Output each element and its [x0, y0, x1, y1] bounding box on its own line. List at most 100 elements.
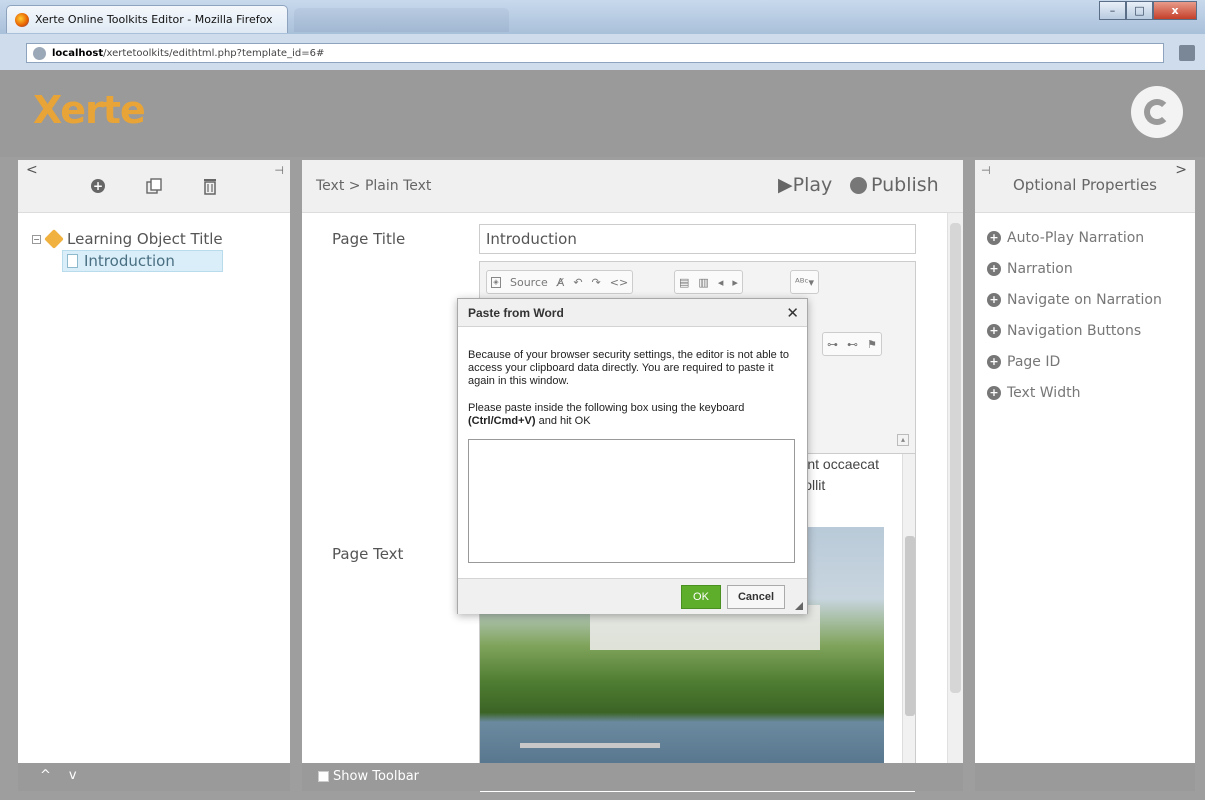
page-title-input[interactable]: Introduction	[479, 224, 916, 254]
plus-circle-icon: +	[987, 230, 1001, 245]
redo-icon[interactable]: ↷	[592, 276, 601, 289]
link-icon[interactable]: ⊶	[827, 338, 838, 351]
show-toolbar-label: Show Toolbar	[333, 769, 420, 784]
photo-dock	[520, 743, 660, 748]
move-down-button[interactable]: v	[69, 768, 77, 783]
plus-circle-icon: +	[987, 354, 1001, 369]
play-label: Play	[792, 174, 833, 196]
content-panel-footer: Show Toolbar	[302, 763, 963, 791]
plus-circle-icon: +	[91, 179, 105, 193]
learning-object-icon	[44, 229, 64, 249]
tree-expander-icon[interactable]: −	[32, 234, 41, 244]
remove-format-icon[interactable]: A̸	[557, 276, 565, 289]
plus-circle-icon: +	[987, 292, 1001, 307]
publish-button[interactable]: Publish	[850, 174, 939, 196]
extension-icon[interactable]	[1179, 45, 1195, 61]
editor-tool-group: ◈ Source A̸ ↶ ↷ <>	[486, 270, 634, 294]
dialog-instruction: Please paste inside the following box us…	[468, 402, 798, 428]
tree-root-row[interactable]: − Learning Object Title	[32, 228, 223, 250]
code-icon[interactable]: <>	[610, 276, 628, 289]
paste-word-icon[interactable]: ▥	[698, 276, 708, 289]
optional-properties-list: + Auto-Play Narration + Narration + Navigat…	[987, 222, 1162, 408]
add-page-button[interactable]: +	[88, 176, 108, 196]
site-identity-icon[interactable]	[33, 46, 46, 60]
plus-circle-icon: +	[987, 261, 1001, 276]
browser-tab-title: Xerte Online Toolkits Editor - Mozilla F…	[35, 13, 273, 26]
page-icon	[67, 254, 78, 268]
structure-panel-header: < ⊣ +	[18, 160, 290, 213]
optional-properties-footer	[975, 763, 1195, 791]
spellcheck-icon[interactable]: ᴬᴮᶜ▾	[795, 276, 814, 289]
close-icon[interactable]: ✕	[786, 304, 799, 322]
show-toolbar-checkbox[interactable]	[318, 771, 329, 782]
resize-grip-icon[interactable]	[795, 602, 803, 610]
play-button[interactable]: ▶Play	[778, 174, 832, 196]
window-controls: – □ x	[1099, 1, 1197, 20]
structure-toolbar: +	[88, 176, 220, 196]
opt-auto-play-narration[interactable]: + Auto-Play Narration	[987, 222, 1162, 253]
paste-from-word-dialog: Paste from Word ✕ Because of your browse…	[457, 298, 808, 614]
address-bar[interactable]: localhost/xertetoolkits/edithtml.php?tem…	[26, 43, 1164, 63]
content-scrollbar[interactable]	[947, 213, 963, 791]
paste-textarea[interactable]	[468, 439, 795, 563]
opt-navigation-buttons[interactable]: + Navigation Buttons	[987, 315, 1162, 346]
link-group: ⊶ ⊷ ⚑	[822, 332, 882, 356]
paste-text-icon[interactable]: ▤	[679, 276, 689, 289]
opt-text-width[interactable]: + Text Width	[987, 377, 1162, 408]
opt-narration[interactable]: + Narration	[987, 253, 1162, 284]
xerte-logo: Xerte	[33, 88, 146, 132]
app-header: Xerte	[0, 70, 1205, 157]
collapse-left-panel-button[interactable]: <	[26, 162, 38, 178]
opt-label: Page ID	[1007, 353, 1061, 370]
undo-icon[interactable]: ↶	[573, 276, 582, 289]
breadcrumb: Text > Plain Text	[316, 178, 432, 194]
firefox-icon	[15, 12, 29, 27]
structure-panel-footer: ^ v	[18, 763, 290, 791]
tree-item-label[interactable]: Introduction	[84, 252, 175, 270]
trash-icon	[204, 179, 216, 195]
show-toolbar-toggle[interactable]: Show Toolbar	[318, 769, 419, 784]
opt-label: Auto-Play Narration	[1007, 229, 1145, 246]
back-arrow-icon[interactable]: ◂	[718, 276, 724, 289]
ok-button[interactable]: OK	[681, 585, 721, 609]
editor-scrollbar[interactable]	[902, 454, 915, 784]
editor-paste-group: ▤ ▥ ◂ ▸	[674, 270, 743, 294]
unlink-icon[interactable]: ⊷	[847, 338, 858, 351]
play-icon: ▶	[778, 174, 793, 196]
source-button[interactable]: Source	[510, 276, 548, 289]
optional-properties-header: ⊣ > Optional Properties	[975, 160, 1195, 213]
globe-icon	[850, 176, 867, 194]
duplicate-page-button[interactable]	[144, 176, 164, 196]
tree-root-label[interactable]: Learning Object Title	[67, 230, 223, 248]
dialog-title: Paste from Word	[458, 299, 807, 327]
url-host: localhost	[52, 47, 104, 59]
page-tree: − Learning Object Title Introduction	[32, 228, 223, 272]
maximize-button[interactable]: □	[1126, 1, 1153, 20]
opt-label: Text Width	[1007, 384, 1081, 401]
opt-label: Narration	[1007, 260, 1073, 277]
browser-tab-inactive[interactable]	[294, 8, 509, 32]
optional-properties-title: Optional Properties	[1013, 176, 1157, 194]
expand-toolbar-icon[interactable]: ▴	[897, 434, 909, 446]
plus-circle-icon: +	[987, 385, 1001, 400]
forward-arrow-icon[interactable]: ▸	[732, 276, 738, 289]
spellcheck-group: ᴬᴮᶜ▾	[790, 270, 820, 294]
opt-navigate-on-narration[interactable]: + Navigate on Narration	[987, 284, 1162, 315]
browser-tab[interactable]: Xerte Online Toolkits Editor - Mozilla F…	[6, 5, 288, 33]
dialog-message: Because of your browser security setting…	[468, 349, 789, 387]
move-up-button[interactable]: ^	[40, 768, 51, 783]
plus-circle-icon: +	[987, 323, 1001, 338]
page-title-label: Page Title	[332, 230, 406, 248]
url-path: /xertetoolkits/edithtml.php?template_id=…	[103, 47, 325, 59]
anchor-icon[interactable]: ⚑	[867, 338, 877, 351]
apereo-logo-icon	[1131, 86, 1183, 138]
close-window-button[interactable]: x	[1153, 1, 1197, 20]
instruction-text: Please paste inside the following box us…	[468, 402, 745, 414]
browser-titlebar: Xerte Online Toolkits Editor - Mozilla F…	[0, 0, 1205, 34]
pin-icon[interactable]: ⊣	[274, 164, 284, 177]
delete-page-button[interactable]	[200, 176, 220, 196]
opt-page-id[interactable]: + Page ID	[987, 346, 1162, 377]
tree-item-introduction[interactable]: Introduction	[62, 250, 223, 272]
cancel-button[interactable]: Cancel	[727, 585, 785, 609]
minimize-button[interactable]: –	[1099, 1, 1126, 20]
